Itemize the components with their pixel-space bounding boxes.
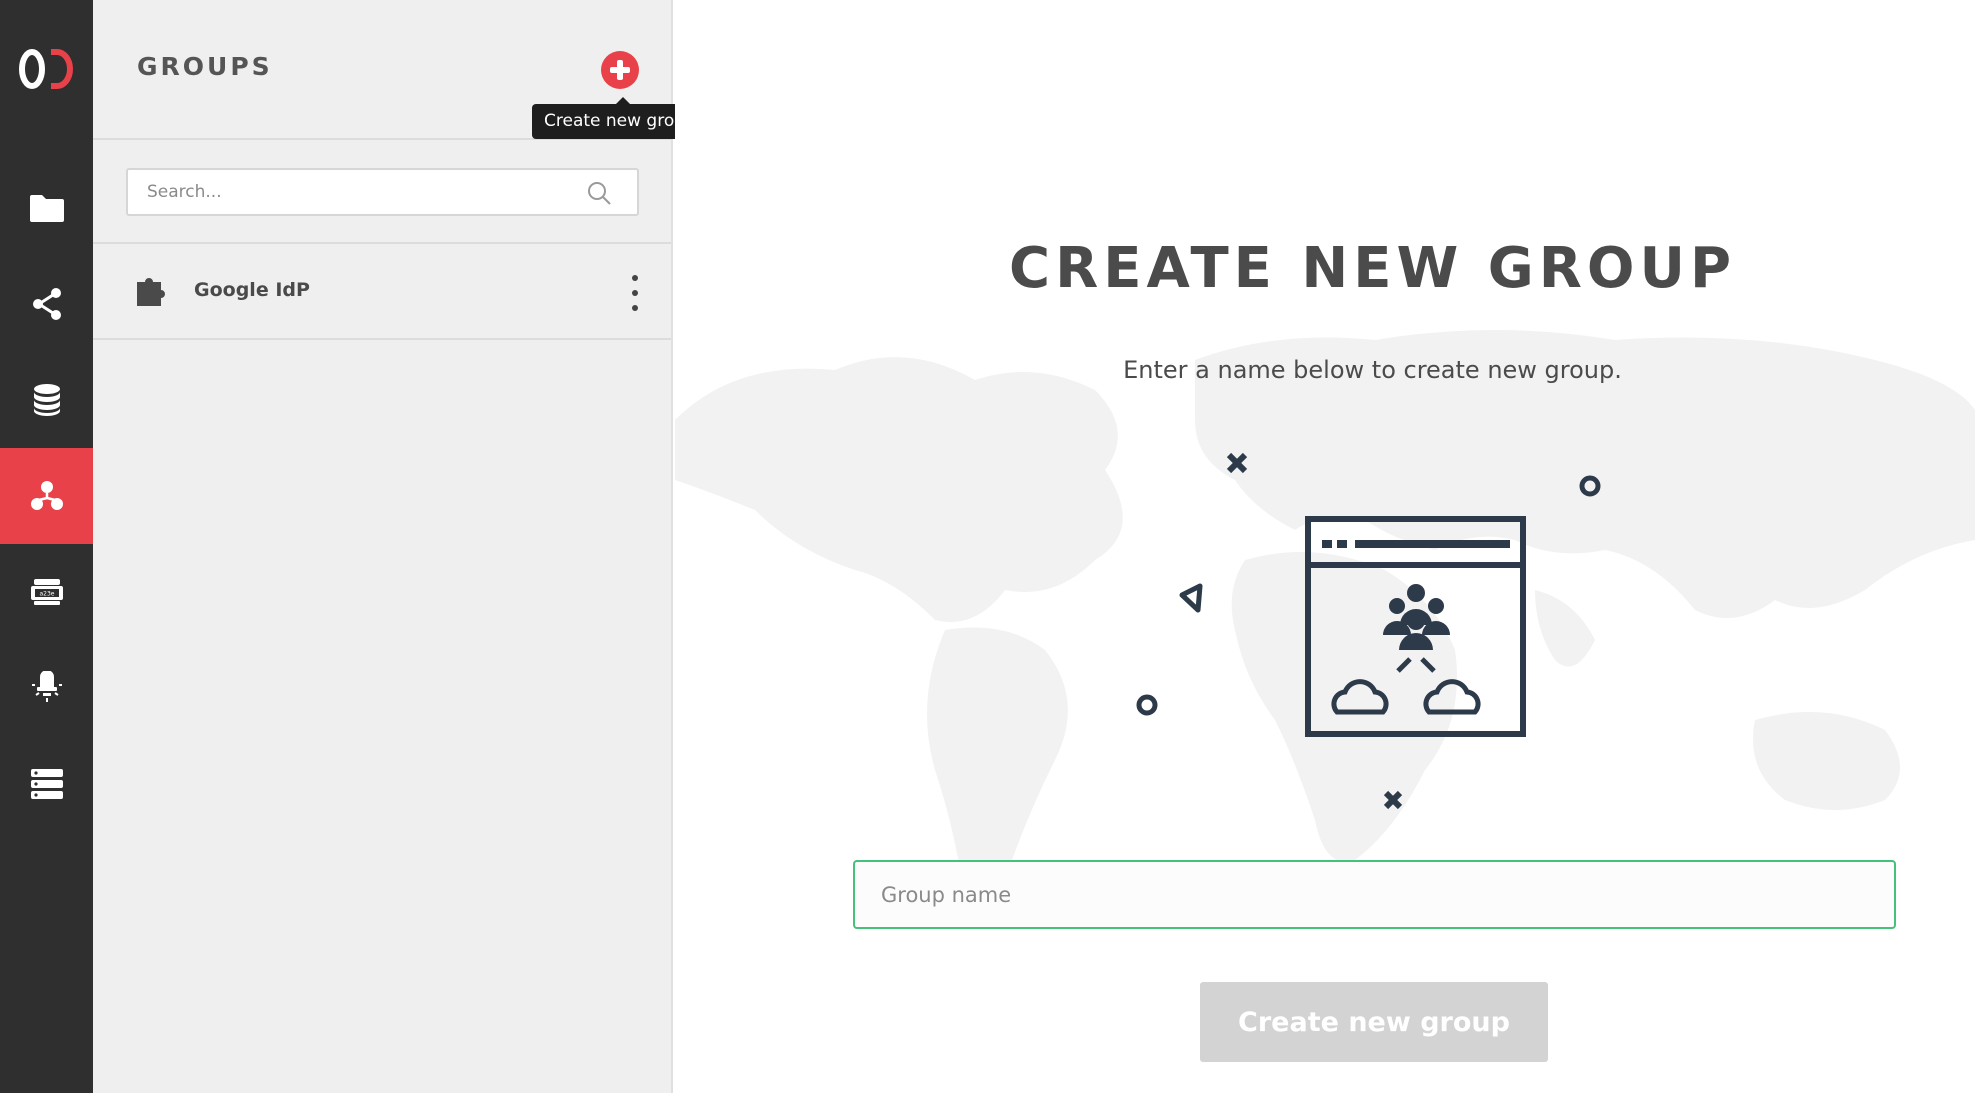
- page-title: CREATE NEW GROUP: [1008, 236, 1736, 301]
- search-box: [126, 168, 639, 216]
- ring-decoration-icon: [1136, 694, 1158, 716]
- group-list-item[interactable]: Google IdP: [93, 244, 671, 340]
- share-icon: [32, 288, 61, 320]
- nav-storage[interactable]: [0, 352, 93, 448]
- database-icon: [33, 384, 60, 416]
- page-subtitle: Enter a name below to create new group.: [1123, 356, 1622, 384]
- groups-icon: [30, 481, 63, 510]
- search-input[interactable]: [128, 170, 568, 214]
- nav-shares[interactable]: [0, 256, 93, 352]
- server-list-icon: [30, 769, 63, 799]
- groups-title: GROUPS: [137, 52, 273, 81]
- group-name: Google IdP: [194, 279, 310, 301]
- group-name-field: [853, 860, 1896, 929]
- cross-decoration-icon: [1226, 452, 1248, 474]
- nav-insights[interactable]: [0, 640, 93, 736]
- left-nav-rail: a23e: [0, 0, 93, 1093]
- nav-devices[interactable]: a23e: [0, 544, 93, 640]
- add-group-button[interactable]: [601, 51, 639, 89]
- create-group-main: CREATE NEW GROUP Enter a name below to c…: [675, 0, 1975, 1093]
- nav-servers[interactable]: [0, 736, 93, 832]
- group-illustration: [1136, 452, 1601, 810]
- storage-device-icon: a23e: [30, 579, 63, 605]
- folder-icon: [29, 195, 64, 222]
- app-logo[interactable]: [0, 36, 93, 102]
- groups-panel: GROUPS Create new group Google IdP: [93, 0, 708, 1093]
- create-group-button[interactable]: Create new group: [1200, 982, 1548, 1062]
- triangle-decoration-icon: [1179, 583, 1203, 613]
- od-logo-icon: [18, 49, 73, 89]
- search-icon[interactable]: [586, 180, 612, 206]
- group-name-input[interactable]: [855, 862, 1894, 927]
- svg-text:a23e: a23e: [39, 591, 54, 598]
- nav-groups[interactable]: [0, 448, 93, 544]
- cross-decoration-icon: [1383, 790, 1403, 810]
- ring-decoration-icon: [1579, 475, 1601, 497]
- more-options-icon[interactable]: [628, 275, 642, 311]
- puzzle-icon: [137, 278, 165, 306]
- nav-files[interactable]: [0, 160, 93, 256]
- lightbulb-icon: [31, 671, 62, 702]
